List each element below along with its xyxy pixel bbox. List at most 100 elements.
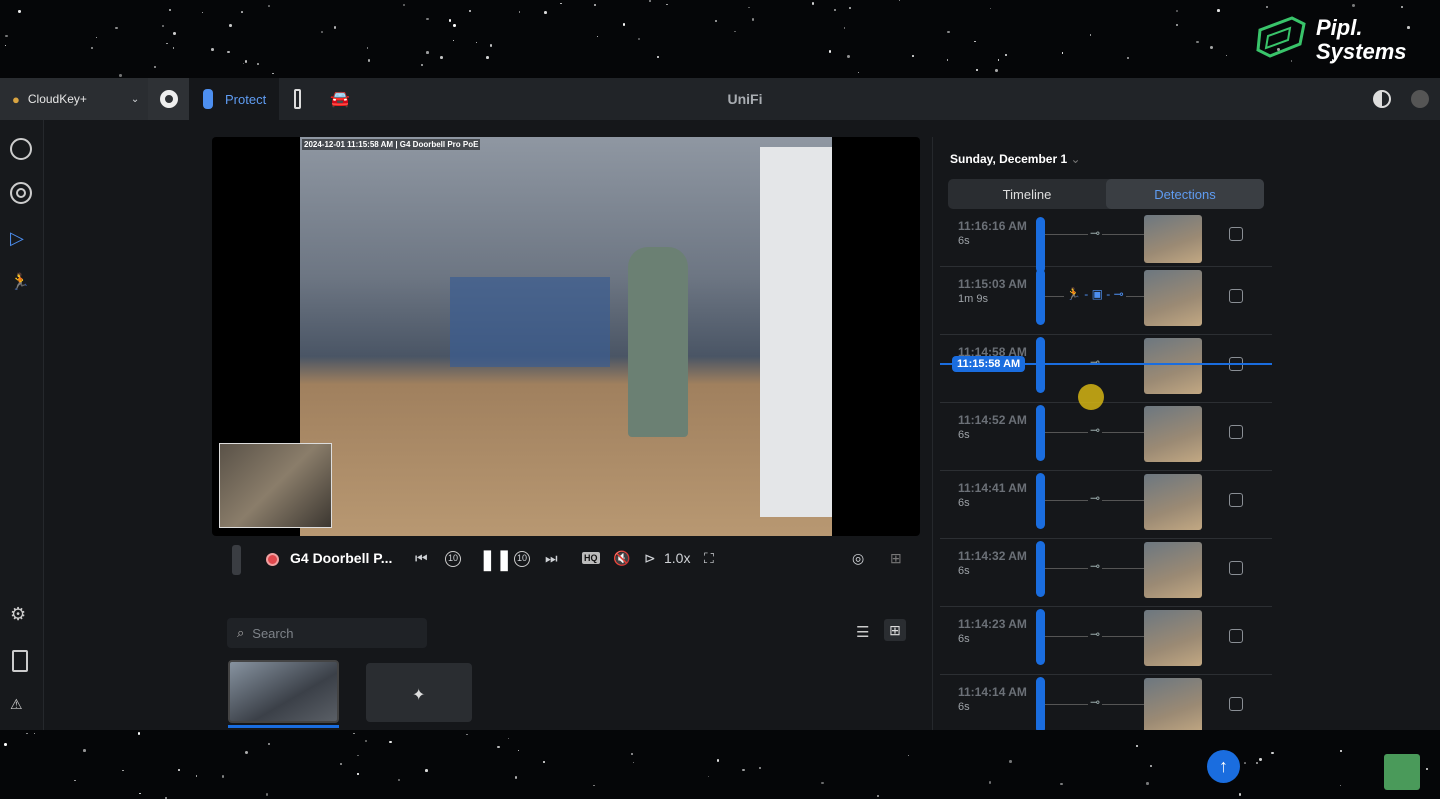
star [1352, 3, 1356, 7]
scroll-to-top-button[interactable]: ↑ [1207, 750, 1240, 783]
star [994, 68, 998, 72]
grid-view-icon[interactable]: ⊞ [884, 619, 906, 641]
star [18, 10, 21, 13]
skip-next-icon[interactable]: ⏭ [545, 550, 558, 567]
detection-row[interactable]: 11:14:41 AM 6s ⊸ [940, 471, 1272, 539]
detection-duration: 6s [958, 429, 970, 441]
clip-thumbnail[interactable]: ✦ [366, 663, 472, 722]
select-checkbox[interactable] [1229, 227, 1243, 241]
fullscreen-icon[interactable]: ⛶ [704, 550, 714, 567]
settings-icon[interactable]: ⚙ [10, 604, 32, 626]
detection-thumbnail[interactable] [1144, 215, 1202, 263]
star [5, 34, 8, 38]
network-app-button[interactable] [148, 78, 189, 120]
select-checkbox[interactable] [1229, 289, 1243, 303]
protect-app-tab[interactable]: Protect [189, 78, 279, 120]
camera-feed: 2024-12-01 11:15:58 AM | G4 Doorbell Pro… [300, 137, 832, 536]
motion-icon: ⊸ [1088, 627, 1103, 641]
vehicle-settings-button[interactable]: 🚘 [330, 78, 350, 120]
detection-row[interactable]: 11:14:23 AM 6s ⊸ [940, 607, 1272, 675]
detection-thumbnail[interactable] [1144, 338, 1202, 394]
dashboard-icon[interactable] [10, 138, 32, 160]
picture-in-picture[interactable] [219, 443, 332, 528]
search-input[interactable]: ⌕ Search [227, 618, 427, 648]
tab-timeline[interactable]: Timeline [948, 179, 1106, 209]
star [486, 56, 490, 59]
star [907, 754, 910, 756]
motion-icon: ⊸ [1088, 226, 1103, 240]
brand-name-2: Systems [1316, 39, 1407, 64]
star [759, 766, 762, 770]
motion-icon: ⊸ [1088, 559, 1103, 573]
forward-10-button[interactable]: 10 [514, 551, 530, 567]
star [1244, 761, 1246, 764]
add-layout-icon[interactable]: ⊞ [890, 550, 902, 567]
select-checkbox[interactable] [1229, 697, 1243, 711]
select-checkbox[interactable] [1229, 561, 1243, 575]
tab-detections[interactable]: Detections [1106, 179, 1264, 209]
rewind-10-button[interactable]: 10 [445, 551, 461, 567]
star [748, 6, 750, 9]
star [946, 59, 948, 61]
access-app-button[interactable] [294, 78, 301, 120]
detection-time: 11:14:23 AM [958, 617, 1027, 631]
detection-row[interactable]: 11:14:14 AM 6s ⊸ [940, 675, 1272, 730]
event-bar [1036, 677, 1045, 730]
camera-name[interactable]: G4 Doorbell P... [290, 550, 392, 566]
alarm-icon[interactable]: ⚠ [10, 696, 32, 718]
detection-thumbnail[interactable] [1144, 542, 1202, 598]
clip-thumbnail[interactable] [228, 660, 339, 723]
detection-row[interactable]: 11:14:52 AM 6s ⊸ [940, 403, 1272, 471]
detection-time: 11:14:14 AM [958, 685, 1027, 699]
list-view-icon[interactable]: ☰ [856, 623, 869, 641]
star [154, 65, 157, 68]
arrow-up-icon: ↑ [1219, 756, 1228, 776]
star [256, 63, 259, 65]
detection-thumbnail[interactable] [1144, 678, 1202, 730]
star [420, 63, 424, 67]
star [210, 48, 214, 51]
star [1225, 55, 1227, 57]
user-avatar[interactable] [1411, 78, 1429, 120]
console-selector[interactable]: ● CloudKey+ ⌄ [0, 78, 148, 120]
event-bar [1036, 405, 1045, 461]
logs-icon[interactable] [12, 650, 28, 672]
pause-icon[interactable]: ❚❚ [479, 547, 513, 572]
star [468, 9, 471, 12]
skip-previous-icon[interactable]: ⏮ [415, 550, 428, 567]
mouse-cursor-highlight [1078, 384, 1104, 410]
theme-toggle[interactable] [1373, 78, 1391, 120]
detection-thumbnail[interactable] [1144, 474, 1202, 530]
date-selector[interactable]: Sunday, December 1 ⌄ [950, 152, 1081, 166]
devices-icon[interactable] [10, 182, 32, 204]
hq-button[interactable]: HQ [582, 552, 600, 564]
motion-icon: ⊸ [1088, 355, 1103, 369]
detections-icon[interactable]: 🏃 [10, 272, 32, 294]
star [244, 60, 248, 63]
detection-row[interactable]: 11:15:03 AM 1m 9s 🏃 - ▣ - ⊸ [940, 267, 1272, 335]
unifi-protect-app: ● CloudKey+ ⌄ Protect 🚘 UniFi ▷ 🏃 ⚙ ⚠ 20… [0, 78, 1440, 783]
play-icon[interactable]: ▷ [10, 228, 32, 250]
star [1146, 782, 1149, 785]
select-checkbox[interactable] [1229, 493, 1243, 507]
detection-thumbnail[interactable] [1144, 270, 1202, 326]
speed-icon[interactable]: ⊳ [644, 550, 656, 567]
detection-row[interactable]: 11:16:16 AM 6s ⊸ [940, 215, 1272, 273]
video-player[interactable]: 2024-12-01 11:15:58 AM | G4 Doorbell Pro… [212, 137, 920, 536]
star [1009, 760, 1012, 763]
select-checkbox[interactable] [1229, 629, 1243, 643]
star [1425, 767, 1428, 771]
star [426, 51, 429, 54]
playback-speed[interactable]: 1.0x [664, 550, 690, 566]
vehicle-gear-icon: 🚘 [330, 91, 350, 108]
fingerprint-icon[interactable]: ◎ [852, 550, 864, 567]
detection-row[interactable]: 11:14:32 AM 6s ⊸ [940, 539, 1272, 607]
star [425, 769, 428, 772]
mute-icon[interactable]: 🔇 [613, 550, 630, 567]
detection-thumbnail[interactable] [1144, 610, 1202, 666]
star [518, 11, 521, 13]
select-checkbox[interactable] [1229, 425, 1243, 439]
console-name: CloudKey+ [27, 92, 87, 106]
detection-thumbnail[interactable] [1144, 406, 1202, 462]
star [268, 743, 271, 746]
